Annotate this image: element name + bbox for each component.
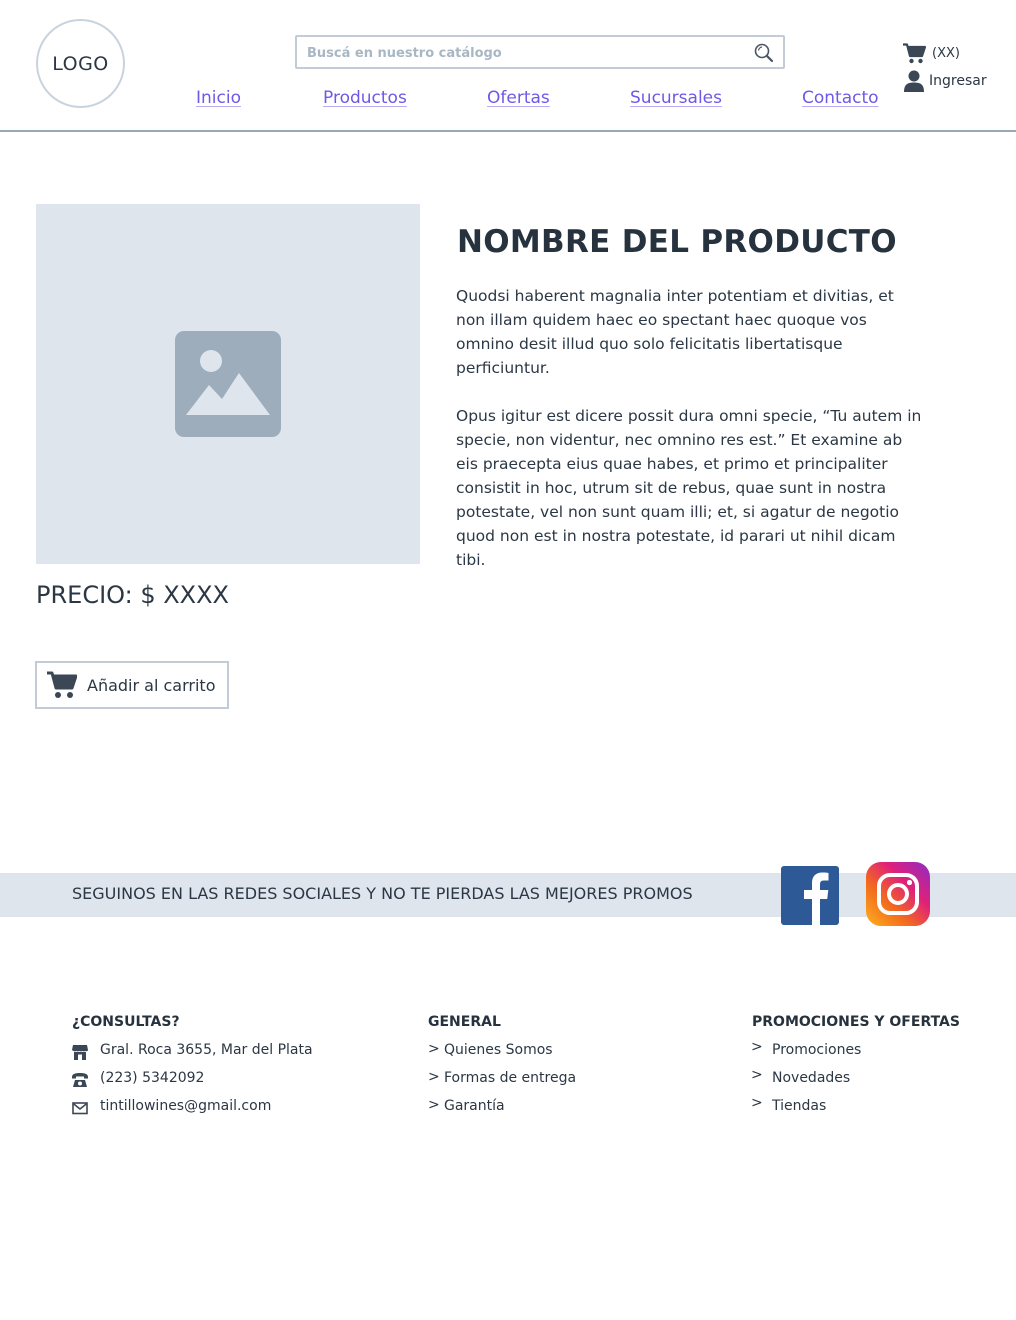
- logo[interactable]: LOGO: [36, 19, 125, 108]
- chevron-right-icon: >: [751, 1095, 763, 1111]
- chevron-right-icon: >: [751, 1067, 763, 1083]
- footer-link-garantia[interactable]: Garantía: [444, 1098, 505, 1114]
- chevron-right-icon: >: [428, 1097, 440, 1113]
- footer-link-novedades[interactable]: Novedades: [772, 1070, 850, 1086]
- store-icon: [72, 1045, 88, 1060]
- cart-icon: [47, 671, 77, 698]
- footer-consultas-title: ¿CONSULTAS?: [72, 1014, 180, 1030]
- social-text: SEGUINOS EN LAS REDES SOCIALES Y NO TE P…: [72, 884, 693, 903]
- nav-link-productos[interactable]: Productos: [323, 88, 407, 108]
- footer-link-quienes-somos[interactable]: Quienes Somos: [444, 1042, 553, 1058]
- product-title: NOMBRE DEL PRODUCTO: [457, 224, 897, 260]
- mail-icon: [72, 1102, 88, 1115]
- nav-link-contacto[interactable]: Contacto: [802, 88, 879, 108]
- search-bar: [295, 35, 785, 69]
- login-label: Ingresar: [929, 73, 987, 89]
- header-divider: [0, 130, 1016, 132]
- add-to-cart-label: Añadir al carrito: [87, 675, 216, 695]
- footer-email[interactable]: tintillowines@gmail.com: [100, 1098, 271, 1114]
- footer-address: Gral. Roca 3655, Mar del Plata: [100, 1042, 313, 1058]
- description-paragraph: Opus igitur est dicere possit dura omni …: [456, 407, 922, 569]
- footer-phone: (223) 5342092: [100, 1070, 205, 1086]
- footer-link-tiendas[interactable]: Tiendas: [772, 1098, 826, 1114]
- nav-link-ofertas[interactable]: Ofertas: [487, 88, 550, 108]
- cart-count: (XX): [932, 46, 960, 61]
- footer-link-formas-de-entrega[interactable]: Formas de entrega: [444, 1070, 576, 1086]
- facebook-icon[interactable]: [781, 866, 839, 925]
- chevron-right-icon: >: [751, 1039, 763, 1055]
- cart-icon: [903, 43, 926, 64]
- header-cart[interactable]: (XX): [903, 43, 960, 64]
- login-link[interactable]: Ingresar: [903, 70, 987, 92]
- product-image-placeholder: [36, 204, 420, 564]
- add-to-cart-button[interactable]: Añadir al carrito: [35, 661, 229, 709]
- footer-general-title: GENERAL: [428, 1014, 501, 1030]
- chevron-right-icon: >: [428, 1069, 440, 1085]
- description-paragraph: Quodsi haberent magnalia inter potentiam…: [456, 287, 894, 377]
- phone-icon: [72, 1073, 88, 1087]
- chevron-right-icon: >: [428, 1041, 440, 1057]
- nav-link-sucursales[interactable]: Sucursales: [630, 88, 722, 108]
- instagram-icon[interactable]: [866, 862, 930, 926]
- product-description: Quodsi haberent magnalia inter potentiam…: [456, 284, 926, 596]
- image-icon: [175, 331, 281, 437]
- nav-link-inicio[interactable]: Inicio: [196, 88, 241, 108]
- footer-link-promociones[interactable]: Promociones: [772, 1042, 861, 1058]
- footer-promos-title: PROMOCIONES Y OFERTAS: [752, 1014, 960, 1030]
- product-price: PRECIO: $ XXXX: [36, 581, 229, 609]
- search-input[interactable]: [307, 42, 737, 64]
- user-icon: [904, 70, 924, 92]
- search-icon[interactable]: [753, 42, 775, 64]
